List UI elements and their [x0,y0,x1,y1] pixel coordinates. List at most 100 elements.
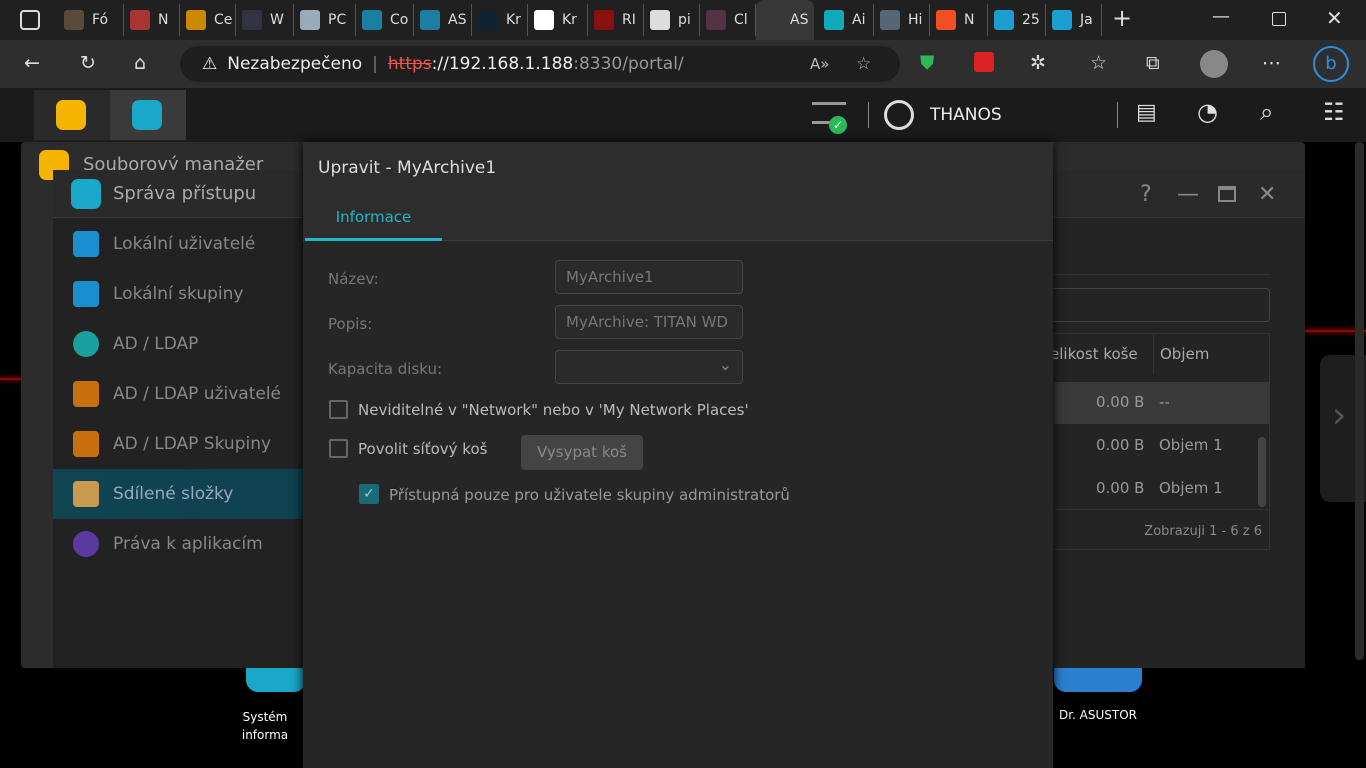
dashboard-icon[interactable]: ◔ [1197,98,1218,126]
tab-favicon-icon [478,10,498,30]
recycle-bin-checkbox[interactable] [329,439,348,458]
tab-label: W [270,12,284,28]
column-header-recycle-size[interactable]: elikost koše [1044,334,1154,374]
sidebar-item[interactable]: AD / LDAP Skupiny [53,419,303,469]
help-icon[interactable]: ? [1140,182,1152,207]
close-window-button[interactable]: ✕ [1326,6,1343,30]
tab-favicon-icon [824,10,844,30]
add-favorite-icon[interactable]: ☆ [856,54,871,74]
tab-favicon-icon [1052,10,1072,30]
tab-favicon-icon [706,10,726,30]
table-row[interactable]: 0.00 B Objem 1 [1054,424,1270,467]
tab-favicon-icon [762,10,782,30]
collections-icon[interactable]: ⧉ [1146,52,1160,74]
bing-icon[interactable]: b [1313,46,1349,82]
read-aloud-icon[interactable]: A» [810,55,829,73]
recycle-bin-label[interactable]: Povolit síťový koš [358,440,487,458]
tab-label: PC [328,12,347,28]
browser-tab[interactable]: 25 [988,4,1046,36]
shield-extension-icon[interactable]: ⛊ [920,52,934,74]
table-row[interactable]: 0.00 B -- [1054,382,1270,424]
browser-tab[interactable]: Kr [472,4,528,36]
sidebar-item[interactable]: Práva k aplikacím [53,519,303,569]
restore-button[interactable] [1272,12,1286,26]
sidebar-item[interactable]: Lokální skupiny [53,269,303,319]
tab-label: Hi [908,12,923,28]
tab-label: 25 [1022,12,1040,28]
browser-tab[interactable]: Ce [180,4,236,36]
browser-tab[interactable]: pi [644,4,700,36]
browser-tab[interactable]: W [236,4,294,36]
sidebar-item[interactable]: Lokální uživatelé [53,219,303,269]
empty-recycle-bin-button[interactable]: Vysypat koš [521,435,643,470]
page-scrollbar[interactable] [1355,142,1364,660]
sidebar-item-icon [73,331,99,357]
browser-tab[interactable]: N [124,4,180,36]
taskbar-file-manager[interactable] [34,90,110,140]
taskbar-access-control[interactable] [110,90,186,140]
sidebar-item-icon [73,431,99,457]
minimize-button[interactable]: — [1212,6,1230,27]
tab-label: Ja [1080,12,1093,28]
desktop-icon-label[interactable]: Systém informa [220,708,310,744]
user-icon[interactable] [884,100,914,130]
back-icon[interactable]: ← [24,52,40,74]
tab-informace[interactable]: Informace [305,193,442,241]
browser-tab[interactable]: Ai [818,4,874,36]
notifications-icon[interactable]: ▤ [1136,100,1157,125]
sidebar-item[interactable]: Sdílené složky [53,469,303,519]
close-icon[interactable]: ✕ [1258,182,1276,207]
system-info-icon[interactable] [246,668,306,692]
browser-tab[interactable]: AS✕ [756,0,814,40]
table-row[interactable]: 0.00 B Objem 1 [1054,467,1270,510]
tab-label: Fó [92,12,109,28]
browser-tab[interactable]: Ja [1046,4,1102,36]
table-scrollbar[interactable] [1258,437,1266,507]
home-icon[interactable]: ⌂ [134,52,146,74]
browser-tab[interactable]: PC [294,4,356,36]
settings-sliders-icon[interactable]: ☷ [1323,98,1345,126]
favorites-icon[interactable]: ☆ [1090,52,1107,74]
address-bar[interactable]: ⚠ Nezabezpečeno | https://192.168.1.188:… [180,46,900,82]
maximize-icon[interactable] [1218,186,1236,202]
quota-select[interactable]: ⌄ [555,350,743,384]
tab-actions-icon[interactable] [20,10,40,30]
username[interactable]: THANOS [930,105,1002,125]
browser-tab[interactable]: Co [356,4,414,36]
refresh-icon[interactable]: ↻ [80,52,96,74]
new-tab-button[interactable]: + [1112,4,1132,32]
browser-tab[interactable]: RI [588,4,644,36]
browser-tab[interactable]: AS [414,4,472,36]
browser-toolbar: ← ↻ ⌂ ⚠ Nezabezpečeno | https://192.168.… [0,40,1366,88]
profile-avatar[interactable] [1200,50,1228,78]
browser-tab[interactable]: Cl [700,4,756,36]
dr-asustor-icon[interactable] [1054,668,1142,692]
column-header-volume[interactable]: Objem [1154,334,1215,374]
admin-only-checkbox[interactable]: ✓ [359,484,379,504]
tab-favicon-icon [130,10,150,30]
hidden-network-checkbox[interactable] [329,400,348,419]
extension-icon[interactable] [974,52,994,72]
sidebar-item[interactable]: AD / LDAP [53,319,303,369]
hidden-network-label[interactable]: Neviditelné v "Network" nebo v 'My Netwo… [358,401,749,419]
browser-tab[interactable]: Kr [528,4,588,36]
tab-favicon-icon [64,10,84,30]
desktop-icon-label[interactable]: Dr. ASUSTOR [1048,708,1148,722]
search-input[interactable] [1043,288,1270,322]
sidebar-item-label: AD / LDAP Skupiny [113,434,272,454]
search-icon[interactable]: ⌕ [1260,98,1273,126]
browser-tab[interactable]: Hi [874,4,930,36]
more-icon[interactable]: ⋯ [1262,52,1281,74]
dialog-title: Upravit - MyArchive1 [318,158,497,178]
minimize-icon[interactable]: — [1177,182,1199,207]
browser-tab[interactable]: Fó [58,4,124,36]
name-field[interactable]: MyArchive1 [555,260,743,294]
admin-only-label[interactable]: Přístupná pouze pro uživatele skupiny ad… [389,486,790,504]
sidebar-item-icon [73,281,99,307]
browser-tab[interactable]: N [930,4,988,36]
extensions-icon[interactable]: ✲ [1030,52,1046,74]
tab-label: pi [678,12,691,28]
sidebar-item[interactable]: AD / LDAP uživatelé [53,369,303,419]
description-field[interactable]: MyArchive: TITAN WD [555,305,743,339]
tab-favicon-icon [650,10,670,30]
